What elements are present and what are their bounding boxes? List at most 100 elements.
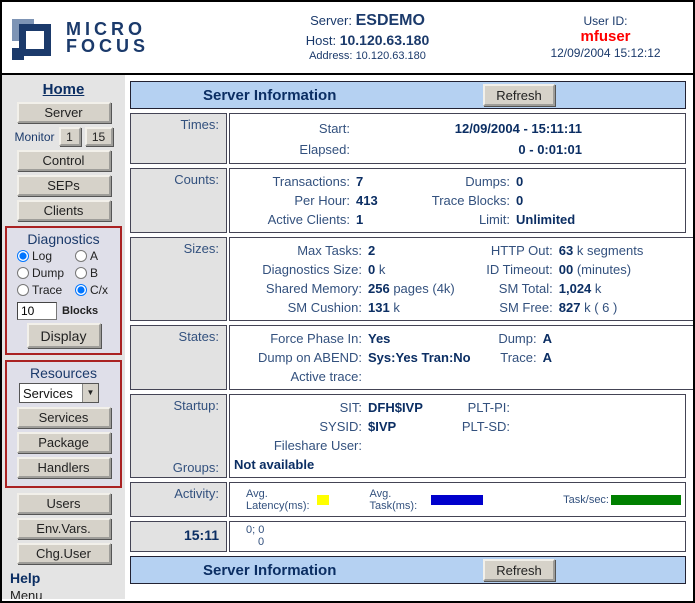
trace-blocks-value: 0 — [516, 191, 681, 210]
resources-select[interactable]: Services ▼ — [19, 383, 99, 403]
footer-refresh-button[interactable]: Refresh — [483, 559, 555, 581]
activity-row-label: Activity: — [130, 482, 227, 517]
limit-label: Limit: — [414, 210, 510, 229]
active-clients-value: 1 — [356, 210, 408, 229]
sm-total-label: SM Total: — [461, 279, 553, 298]
sm-cushion-value: 131 k — [368, 298, 455, 317]
monitor-1-button[interactable]: 1 — [59, 127, 81, 146]
diagnostics-size-value: 0 k — [368, 260, 455, 279]
footer-title: Server Information — [203, 562, 336, 579]
diagnostics-size-label: Diagnostics Size: — [232, 260, 362, 279]
active-trace-value — [368, 367, 471, 386]
radio-log-input[interactable] — [17, 250, 29, 262]
radio-a-input[interactable] — [75, 250, 87, 262]
timestamp: 12/09/2004 15:12:12 — [518, 46, 693, 60]
control-button[interactable]: Control — [17, 150, 111, 171]
address-value: 10.120.63.180 — [356, 50, 426, 62]
dump-state-value: A — [543, 329, 693, 348]
sample-line-2: 0 — [232, 536, 681, 548]
elapsed-label: Elapsed: — [232, 139, 350, 160]
force-phase-in-label: Force Phase In: — [232, 329, 362, 348]
id-timeout-value: 00 (minutes) — [559, 260, 693, 279]
radio-log[interactable]: Log — [17, 249, 75, 263]
blocks-input[interactable] — [17, 302, 57, 320]
radio-trace[interactable]: Trace — [17, 283, 75, 297]
latency-color-swatch — [317, 495, 329, 505]
activity-row-content: Avg. Latency(ms): Avg. Task(ms): Task/se… — [229, 482, 686, 517]
users-button[interactable]: Users — [17, 493, 111, 514]
chguser-button[interactable]: Chg.User — [17, 543, 111, 564]
startup-row-label: Startup: Groups: — [130, 394, 227, 478]
seps-button[interactable]: SEPs — [17, 175, 111, 196]
monitor-label: Monitor — [14, 130, 54, 144]
groups-label: Groups: — [131, 460, 219, 475]
legend-avg-task: Avg. Task(ms): — [369, 488, 523, 512]
logo-word-micro: MICRO — [66, 21, 149, 38]
page-title: Server Information — [203, 87, 336, 104]
blank-label — [438, 436, 510, 455]
task-color-swatch — [431, 495, 483, 505]
elapsed-value: 0 - 0:01:01 — [364, 139, 582, 160]
radio-dump[interactable]: Dump — [17, 266, 75, 280]
per-hour-value: 413 — [356, 191, 408, 210]
server-information-header: Server Information Refresh — [130, 81, 686, 109]
avg-latency-label: Avg. Latency(ms): — [246, 488, 315, 512]
clients-button[interactable]: Clients — [17, 200, 111, 221]
sysid-label: SYSID: — [232, 417, 362, 436]
start-label: Start: — [232, 118, 350, 139]
sample-values: 0; 0 0 — [229, 521, 686, 552]
radio-a[interactable]: A — [75, 249, 119, 263]
server-button[interactable]: Server — [17, 102, 111, 123]
radio-cx-input[interactable] — [75, 284, 87, 296]
counts-row-label: Counts: — [130, 168, 227, 233]
home-link[interactable]: Home — [2, 81, 125, 98]
user-id-label: User ID: — [518, 14, 693, 28]
sample-line-1: 0; 0 — [232, 524, 681, 536]
radio-b-label: B — [90, 266, 98, 280]
monitor-row: Monitor 1 15 — [2, 127, 125, 146]
services-button[interactable]: Services — [17, 407, 111, 428]
monitor-15-button[interactable]: 15 — [85, 127, 113, 146]
http-out-label: HTTP Out: — [461, 241, 553, 260]
handlers-button[interactable]: Handlers — [17, 457, 111, 478]
plt-sd-label: PLT-SD: — [438, 417, 510, 436]
chevron-down-icon[interactable]: ▼ — [82, 384, 98, 402]
host-value: 10.120.63.180 — [340, 32, 430, 48]
display-button[interactable]: Display — [27, 323, 101, 348]
page-header: MICRO FOCUS Server: ESDEMO Host: 10.120.… — [2, 2, 693, 75]
task-sec-label: Task/sec: — [563, 494, 609, 506]
activity-row: Activity: Avg. Latency(ms): Avg. Task(ms… — [130, 482, 686, 517]
active-clients-label: Active Clients: — [232, 210, 350, 229]
dump-state-label: Dump: — [477, 329, 537, 348]
plt-pi-label: PLT-PI: — [438, 398, 510, 417]
radio-trace-label: Trace — [32, 283, 62, 297]
refresh-button[interactable]: Refresh — [483, 84, 555, 106]
legend-task-sec: Task/sec: — [563, 494, 681, 506]
sysid-value: $IVP — [368, 417, 432, 436]
radio-a-label: A — [90, 249, 98, 263]
radio-cx[interactable]: C/x — [75, 283, 119, 297]
server-name: ESDEMO — [356, 12, 425, 29]
micro-focus-logo-icon — [12, 15, 58, 61]
dump-on-abend-value: Sys:Yes Tran:No — [368, 348, 471, 367]
limit-value: Unlimited — [516, 210, 681, 229]
radio-dump-input[interactable] — [17, 267, 29, 279]
envvars-button[interactable]: Env.Vars. — [17, 518, 111, 539]
http-out-value: 63 k segments — [559, 241, 693, 260]
dumps-value: 0 — [516, 172, 681, 191]
package-button[interactable]: Package — [17, 432, 111, 453]
sm-total-value: 1,024 k — [559, 279, 693, 298]
radio-dump-label: Dump — [32, 266, 64, 280]
user-identity: User ID: mfuser 12/09/2004 15:12:12 — [518, 2, 693, 73]
sm-cushion-label: SM Cushion: — [232, 298, 362, 317]
menu-link[interactable]: Menu — [10, 588, 125, 599]
radio-b-input[interactable] — [75, 267, 87, 279]
server-information-footer: Server Information Refresh — [130, 556, 686, 584]
times-row-content: Start: 12/09/2004 - 15:11:11 Elapsed: 0 … — [229, 113, 686, 164]
trace-blocks-label: Trace Blocks: — [414, 191, 510, 210]
resources-select-value: Services — [20, 384, 82, 402]
help-label: Help — [10, 570, 125, 586]
id-timeout-label: ID Timeout: — [461, 260, 553, 279]
radio-trace-input[interactable] — [17, 284, 29, 296]
radio-b[interactable]: B — [75, 266, 119, 280]
